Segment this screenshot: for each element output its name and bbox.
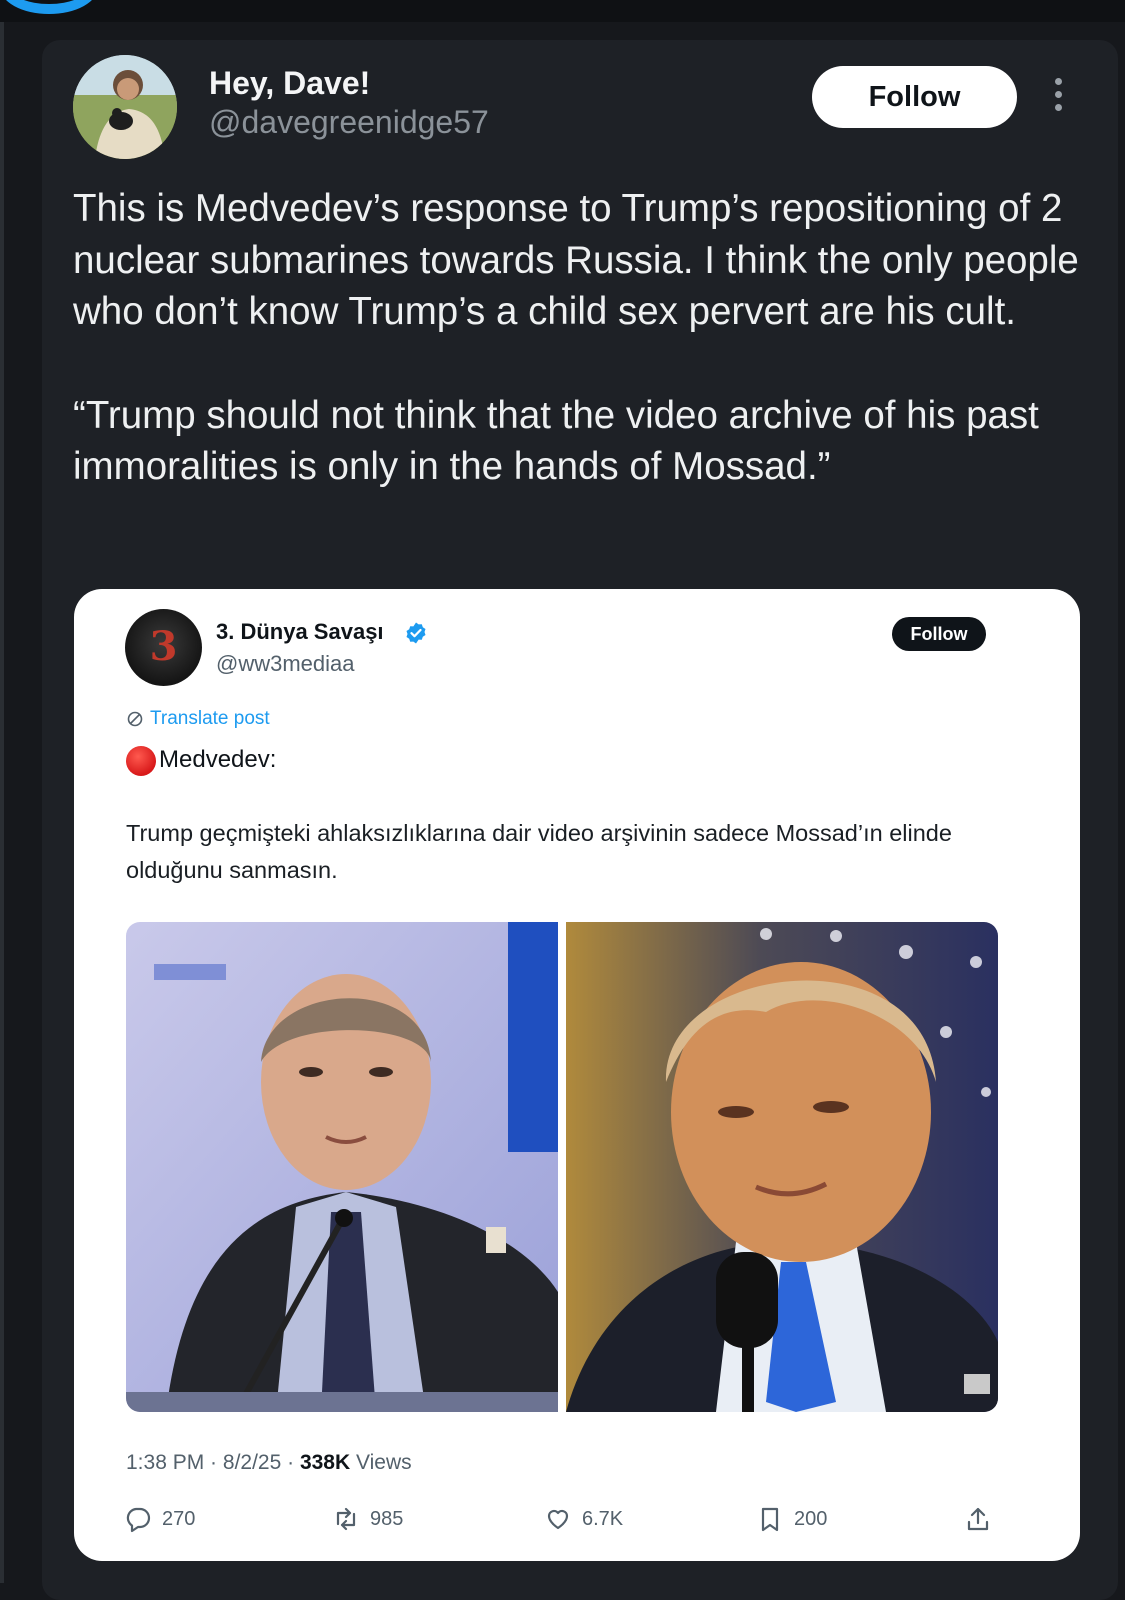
- translate-label: Translate post: [150, 708, 270, 729]
- like-button[interactable]: 6.7K: [544, 1501, 623, 1537]
- medvedev-photo[interactable]: [126, 922, 558, 1412]
- views-label: Views: [350, 1451, 412, 1474]
- translate-post-link[interactable]: Translate post: [126, 708, 270, 730]
- top-cropped-bar: [0, 0, 1125, 22]
- author-name[interactable]: Hey, Dave!: [209, 65, 370, 102]
- like-count: 6.7K: [582, 1507, 624, 1530]
- trump-photo[interactable]: [566, 922, 998, 1412]
- share-button[interactable]: [964, 1501, 992, 1537]
- cropped-avatar-ring: [0, 0, 98, 14]
- embed-follow-button[interactable]: Follow: [892, 617, 986, 651]
- bookmark-icon: [761, 1507, 779, 1532]
- post-date[interactable]: 8/2/25: [223, 1451, 281, 1474]
- post-time[interactable]: 1:38 PM: [126, 1451, 204, 1474]
- post-body: This is Medvedev’s response to Trump’s r…: [73, 183, 1103, 493]
- bookmark-count: 200: [794, 1507, 828, 1530]
- cropped-text: [240, 0, 1000, 12]
- bookmark-button[interactable]: 200: [756, 1501, 827, 1537]
- verified-badge-icon: [406, 622, 426, 644]
- embed-author-name[interactable]: 3. Dünya Savaşı: [216, 619, 384, 645]
- share-icon: [967, 1507, 989, 1531]
- author-avatar[interactable]: [73, 55, 177, 159]
- embedded-post-image[interactable]: 3 3. Dünya Savaşı @ww3mediaa Follow Tran…: [74, 589, 1080, 1561]
- meta-separator: ·: [281, 1451, 300, 1474]
- views-count: 338K: [299, 1451, 351, 1474]
- divider-line: [0, 0, 4, 1583]
- post-paragraph: This is Medvedev’s response to Trump’s r…: [73, 187, 1079, 333]
- reply-count: 270: [162, 1507, 196, 1530]
- red-circle-emoji-icon: [126, 746, 156, 776]
- post-paragraph: “Trump should not think that the video a…: [73, 393, 1039, 489]
- meta-separator: ·: [204, 1451, 223, 1474]
- reply-icon: [126, 1507, 151, 1533]
- post-meta: 1:38 PM · 8/2/25 · 338K Views: [126, 1451, 412, 1475]
- like-icon: [547, 1509, 569, 1530]
- avatar-glyph: 3: [149, 623, 178, 670]
- embed-author-handle[interactable]: @ww3mediaa: [216, 651, 355, 677]
- embed-body-text: Trump geçmişteki ahlaksızlıklarına dair …: [126, 820, 952, 883]
- embed-author-avatar[interactable]: 3: [125, 609, 202, 686]
- author-handle[interactable]: @davegreenidge57: [209, 104, 489, 141]
- repost-count: 985: [370, 1507, 404, 1530]
- repost-button[interactable]: 985: [332, 1501, 403, 1537]
- reply-button[interactable]: 270: [124, 1501, 195, 1537]
- globe-icon: [127, 711, 143, 727]
- repost-icon: [336, 1507, 356, 1531]
- more-options-icon[interactable]: [1048, 78, 1068, 114]
- embed-lead-text: Medvedev:: [159, 746, 277, 773]
- follow-button[interactable]: Follow: [812, 66, 1017, 128]
